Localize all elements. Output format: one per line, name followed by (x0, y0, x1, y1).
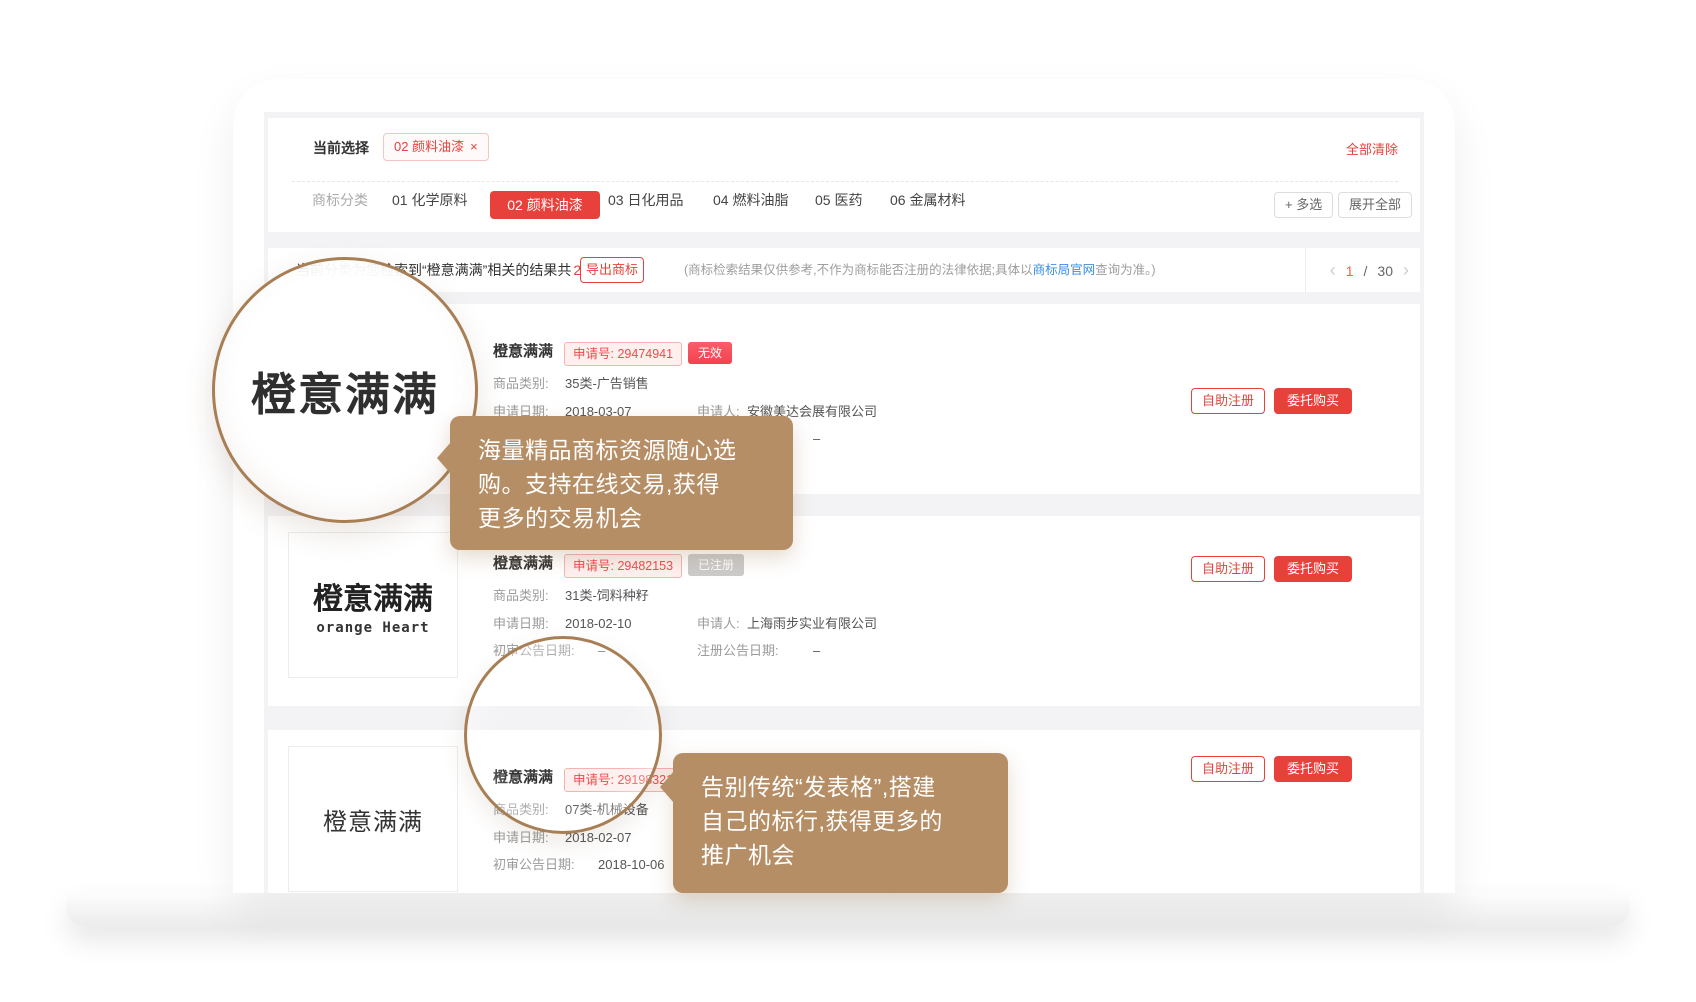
status-badge: 无效 (688, 342, 732, 364)
export-trademark-button[interactable]: 导出商标 (580, 257, 644, 283)
apply-date-value: 2018-02-10 (565, 615, 632, 633)
applicant-value: 上海雨步实业有限公司 (747, 615, 877, 633)
application-number-badge: 申请号: 29482153 (564, 554, 682, 578)
total-pages: 30 (1377, 263, 1393, 279)
tooltip-marketplace: 海量精品商标资源随心选 购。支持在线交易,获得 更多的交易机会 (450, 416, 793, 550)
row-gap (268, 706, 1420, 730)
trademark-image: 橙意满满 (288, 746, 458, 892)
initial-announce-value: 2018-10-06 (598, 856, 665, 874)
reg-announce-value: – (813, 430, 820, 448)
apply-date-label: 申请日期: (493, 829, 549, 847)
self-register-button[interactable]: 自助注册 (1191, 556, 1265, 582)
dashed-divider (292, 181, 1398, 182)
trademark-image: 橙意满满orange Heart (288, 532, 458, 678)
status-badge: 已注册 (688, 554, 744, 576)
magnifier-ring (464, 636, 662, 834)
self-register-button[interactable]: 自助注册 (1191, 388, 1265, 414)
page: 当前选择 02 颜料油漆 × 全部清除 商标分类 01 化学原料 02 颜料油漆 … (0, 0, 1696, 1002)
category-field-value: 35类-广告销售 (565, 375, 649, 393)
entrust-buy-button[interactable]: 委托购买 (1274, 556, 1352, 582)
remove-filter-icon[interactable]: × (470, 139, 478, 154)
initial-announce-label: 初审公告日期: (493, 856, 575, 874)
self-register-button[interactable]: 自助注册 (1191, 756, 1265, 782)
category-item-03[interactable]: 03 日化用品 (608, 186, 683, 214)
magnifier-circle: 橙意满满 (212, 257, 478, 523)
filter-panel: 当前选择 02 颜料油漆 × 全部清除 商标分类 01 化学原料 02 颜料油漆 … (268, 118, 1420, 232)
category-field-label: 商品类别: (493, 375, 549, 393)
tooltip-arrow-icon (660, 771, 674, 803)
category-label: 商标分类 (312, 186, 368, 214)
category-item-06[interactable]: 06 金属材料 (890, 186, 965, 214)
expand-all-button[interactable]: 展开全部 (1338, 192, 1412, 218)
trademark-title: 橙意满满 (493, 552, 553, 576)
disclaimer-text: (商标检索结果仅供参考,不作为商标能否注册的法律依据;具体以商标局官网查询为准。… (684, 262, 1156, 279)
current-page: 1 (1346, 263, 1354, 279)
category-item-02-selected[interactable]: 02 颜料油漆 (490, 191, 600, 219)
page-separator: / (1364, 263, 1368, 279)
laptop-base (66, 893, 1630, 926)
category-item-01[interactable]: 01 化学原料 (392, 186, 467, 214)
header-divider (1305, 248, 1306, 292)
applicant-label: 申请人: (697, 615, 740, 633)
selected-filter-chip[interactable]: 02 颜料油漆 × (383, 133, 489, 161)
reg-announce-value: – (813, 642, 820, 660)
tooltip-arrow-icon (437, 442, 451, 474)
next-page-icon[interactable]: › (1403, 260, 1409, 280)
table-row: 橙意满满orange Heart 橙意满满 申请号: 29482153 已注册 … (268, 516, 1420, 706)
entrust-buy-button[interactable]: 委托购买 (1274, 756, 1352, 782)
category-item-04[interactable]: 04 燃料油脂 (713, 186, 788, 214)
application-number-badge: 申请号: 29474941 (564, 342, 682, 366)
clear-all-button[interactable]: 全部清除 (1346, 139, 1398, 158)
selected-filter-chip-label: 02 颜料油漆 (394, 139, 464, 154)
reg-announce-label: 注册公告日期: (697, 642, 779, 660)
trademark-image-subtext: orange Heart (316, 620, 429, 636)
trademark-title: 橙意满满 (493, 340, 553, 364)
tooltip-promotion: 告别传统“发表格”,搭建 自己的标行,获得更多的 推广机会 (673, 753, 1008, 893)
entrust-buy-button[interactable]: 委托购买 (1274, 388, 1352, 414)
trademark-office-link[interactable]: 商标局官网 (1033, 263, 1096, 277)
category-field-label: 商品类别: (493, 587, 549, 605)
apply-date-label: 申请日期: (493, 615, 549, 633)
results-header: 当前分类为您检索到“橙意满满”相关的结果共28个 导出商标 (商标检索结果仅供参… (268, 248, 1420, 293)
row-gap (268, 494, 1420, 516)
pagination: ‹ 1 / 30 › (1325, 260, 1414, 281)
prev-page-icon[interactable]: ‹ (1330, 260, 1336, 280)
category-item-05[interactable]: 05 医药 (815, 186, 862, 214)
multi-select-button[interactable]: + 多选 (1274, 192, 1333, 218)
current-selection-label: 当前选择 (313, 138, 369, 158)
category-field-value: 31类-饲料种籽 (565, 587, 649, 605)
magnified-trademark-text: 橙意满满 (251, 358, 439, 423)
